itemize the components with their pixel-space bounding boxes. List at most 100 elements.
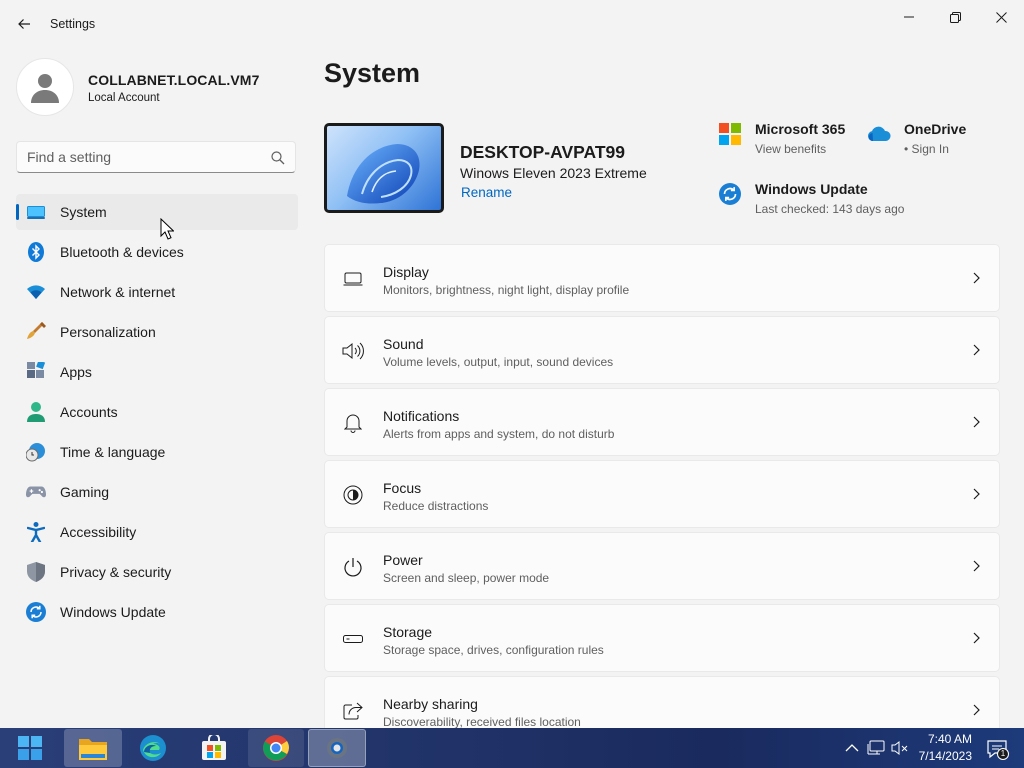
chevron-right-icon xyxy=(973,488,980,500)
windows-logo-icon xyxy=(18,736,42,760)
sidebar-item-label: Apps xyxy=(60,364,92,380)
close-button[interactable] xyxy=(978,0,1024,34)
card-power[interactable]: Power Screen and sleep, power mode xyxy=(324,532,1000,600)
network-icon[interactable] xyxy=(866,738,886,758)
mouse-cursor-icon xyxy=(160,218,174,240)
search-input[interactable] xyxy=(27,149,257,165)
chevron-right-icon xyxy=(973,560,980,572)
sidebar-item-network[interactable]: Network & internet xyxy=(16,274,298,310)
card-title: Notifications xyxy=(383,408,460,424)
sidebar-item-accessibility[interactable]: Accessibility xyxy=(16,514,298,550)
taskbar-edge[interactable] xyxy=(126,729,180,767)
card-storage[interactable]: Storage Storage space, drives, configura… xyxy=(324,604,1000,672)
card-display[interactable]: Display Monitors, brightness, night ligh… xyxy=(324,244,1000,312)
share-icon xyxy=(342,700,364,722)
sidebar-item-accounts[interactable]: Accounts xyxy=(16,394,298,430)
focus-icon xyxy=(342,484,364,506)
edge-browser-icon xyxy=(140,735,166,761)
microsoft-logo-icon xyxy=(717,121,743,147)
globe-clock-icon xyxy=(26,442,46,462)
search-icon[interactable] xyxy=(270,150,286,166)
windows-update-tile[interactable]: Windows Update Last checked: 143 days ag… xyxy=(717,181,937,221)
wifi-icon xyxy=(26,282,46,302)
onedrive-title: OneDrive xyxy=(904,121,967,137)
user-profile[interactable]: COLLABNET.LOCAL.VM7 Local Account xyxy=(16,58,296,118)
sidebar-item-label: Accounts xyxy=(60,404,118,420)
card-sound[interactable]: Sound Volume levels, output, input, soun… xyxy=(324,316,1000,384)
shield-icon xyxy=(26,562,46,582)
card-subtitle: Volume levels, output, input, sound devi… xyxy=(383,355,614,369)
sidebar-item-label: Privacy & security xyxy=(60,564,172,580)
sidebar-item-time-language[interactable]: Time & language xyxy=(16,434,298,470)
chevron-right-icon xyxy=(973,272,980,284)
maximize-button[interactable] xyxy=(932,0,978,34)
user-avatar-icon xyxy=(31,74,59,103)
clock-time[interactable]: 7:40 AM xyxy=(918,732,972,746)
chevron-right-icon xyxy=(973,416,980,428)
wallpaper-bloom-image xyxy=(347,144,420,204)
card-subtitle: Monitors, brightness, night light, displ… xyxy=(383,283,630,297)
minimize-button[interactable] xyxy=(886,0,932,34)
rename-link[interactable]: Rename xyxy=(461,185,512,200)
device-name: DESKTOP-AVPAT99 xyxy=(460,142,625,162)
onedrive-tile[interactable]: OneDrive • Sign In xyxy=(866,121,1006,161)
sidebar-item-gaming[interactable]: Gaming xyxy=(16,474,298,510)
sidebar-item-privacy[interactable]: Privacy & security xyxy=(16,554,298,590)
update-icon xyxy=(26,602,46,622)
chevron-right-icon xyxy=(973,344,980,356)
apps-icon xyxy=(26,362,46,382)
start-button[interactable] xyxy=(10,729,50,767)
sidebar-item-label: Gaming xyxy=(60,484,110,500)
power-icon xyxy=(342,556,364,578)
speaker-icon xyxy=(342,340,364,362)
windows-update-title: Windows Update xyxy=(755,181,868,197)
card-focus[interactable]: Focus Reduce distractions xyxy=(324,460,1000,528)
avatar xyxy=(16,58,74,116)
bluetooth-icon xyxy=(26,242,46,262)
taskbar-chrome[interactable] xyxy=(248,729,304,767)
close-icon xyxy=(995,11,1007,23)
sidebar-item-apps[interactable]: Apps xyxy=(16,354,298,390)
sidebar-item-windows-update[interactable]: Windows Update xyxy=(16,594,298,630)
sidebar-item-label: Windows Update xyxy=(60,604,166,620)
bell-icon xyxy=(342,412,364,434)
card-subtitle: Reduce distractions xyxy=(383,499,489,513)
taskbar-file-explorer[interactable] xyxy=(64,729,122,767)
sidebar-item-personalization[interactable]: Personalization xyxy=(16,314,298,350)
onedrive-cloud-icon xyxy=(866,121,892,147)
onedrive-signin[interactable]: • Sign In xyxy=(904,142,949,156)
device-model: Winows Eleven 2023 Extreme xyxy=(460,165,647,181)
brush-icon xyxy=(26,322,46,342)
taskbar-store[interactable] xyxy=(186,729,242,767)
sidebar-nav: System Bluetooth & devices Network & int… xyxy=(16,194,298,634)
card-title: Storage xyxy=(383,624,433,640)
settings-list: Display Monitors, brightness, night ligh… xyxy=(324,244,1000,748)
sidebar-item-bluetooth[interactable]: Bluetooth & devices xyxy=(16,234,298,270)
profile-name: COLLABNET.LOCAL.VM7 xyxy=(88,72,260,88)
ms365-subtitle: View benefits xyxy=(755,142,827,156)
chevron-right-icon xyxy=(973,632,980,644)
taskbar-settings[interactable] xyxy=(308,729,366,767)
restore-icon xyxy=(949,11,961,23)
back-arrow-icon xyxy=(18,19,30,29)
sidebar-item-label: Personalization xyxy=(60,324,156,340)
back-button[interactable] xyxy=(10,10,38,38)
card-title: Nearby sharing xyxy=(383,696,478,712)
clock-date[interactable]: 7/14/2023 xyxy=(914,749,972,763)
sidebar-item-label: Bluetooth & devices xyxy=(60,244,184,260)
chevron-up-icon[interactable] xyxy=(843,739,861,757)
sidebar-item-label: Accessibility xyxy=(60,524,137,540)
display-icon xyxy=(342,268,364,290)
store-bag-icon xyxy=(202,735,226,760)
microsoft-365-tile[interactable]: Microsoft 365 View benefits xyxy=(717,121,857,161)
sidebar-item-system[interactable]: System xyxy=(16,194,298,230)
settings-gear-icon xyxy=(327,738,347,758)
card-notifications[interactable]: Notifications Alerts from apps and syste… xyxy=(324,388,1000,456)
system-icon xyxy=(26,202,46,222)
volume-muted-icon[interactable] xyxy=(890,738,910,758)
search-box[interactable] xyxy=(16,141,296,173)
windows-update-subtitle: Last checked: 143 days ago xyxy=(755,202,905,216)
minimize-icon xyxy=(904,16,914,18)
accessibility-icon xyxy=(26,522,46,542)
window-title: Settings xyxy=(50,17,96,31)
